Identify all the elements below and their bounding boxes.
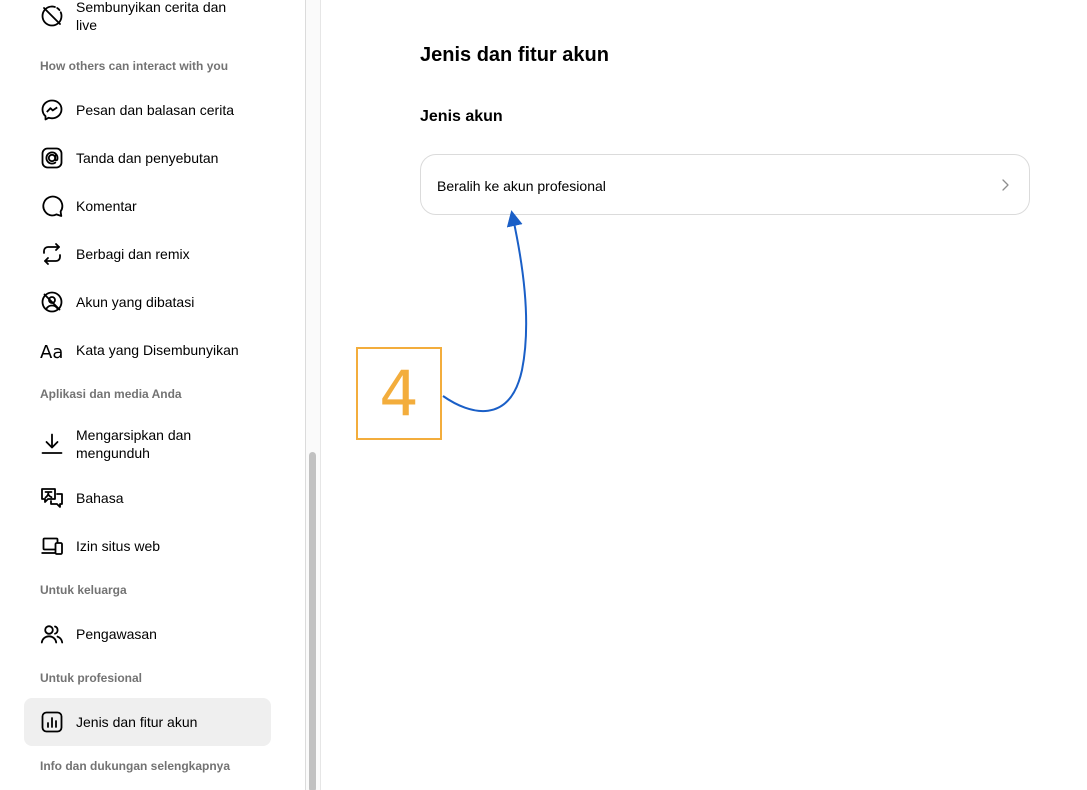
download-icon (40, 432, 64, 456)
sidebar-item-label: Jenis dan fitur akun (76, 714, 198, 730)
sidebar-item-label: Berbagi dan remix (76, 246, 190, 262)
sidebar-item-comments[interactable]: Komentar (24, 182, 271, 230)
sidebar-item-label: Tanda dan penyebutan (76, 150, 219, 166)
sidebar-item-label: Kata yang Disembunyikan (76, 342, 239, 358)
sidebar-item-tags[interactable]: Tanda dan penyebutan (24, 134, 271, 182)
sidebar-item-label: Pesan dan balasan cerita (76, 102, 234, 118)
step-annotation-box: 4 (356, 347, 442, 440)
at-sign-icon (40, 146, 64, 170)
sidebar-item-account-type[interactable]: Jenis dan fitur akun (24, 698, 271, 746)
sidebar-item-label: Akun yang dibatasi (76, 294, 195, 310)
svg-text:Aa: Aa (40, 342, 63, 362)
sidebar-item-label: Bahasa (76, 490, 124, 506)
page-title: Jenis dan fitur akun (420, 44, 609, 66)
section-family: Untuk keluarga (40, 583, 127, 597)
restricted-account-icon (40, 290, 64, 314)
sidebar-item-share-remix[interactable]: Berbagi dan remix (24, 230, 271, 278)
settings-sidebar: Sembunyikan cerita dan live How others c… (0, 0, 306, 790)
sidebar-item-restricted[interactable]: Akun yang dibatasi (24, 278, 271, 326)
scrollbar-thumb[interactable] (309, 452, 316, 790)
switch-to-professional-button[interactable]: Beralih ke akun profesional (420, 154, 1030, 215)
section-title: Jenis akun (420, 108, 503, 125)
hide-story-icon (40, 4, 64, 28)
sidebar-item-hidden-words[interactable]: Aa Kata yang Disembunyikan (24, 326, 271, 374)
chevron-right-icon (997, 177, 1013, 193)
sidebar-item-label: Izin situs web (76, 538, 161, 554)
sidebar-item-archive-download[interactable]: Mengarsipkan dan mengunduh (24, 420, 271, 468)
sidebar-item-website-permissions[interactable]: Izin situs web (24, 522, 271, 570)
section-interact: How others can interact with you (40, 59, 229, 73)
section-professional: Untuk profesional (40, 671, 143, 685)
supervision-icon (40, 622, 64, 646)
sidebar-item-supervision[interactable]: Pengawasan (24, 610, 271, 658)
sidebar-item-label: Mengarsipkan dan mengunduh (76, 427, 192, 461)
devices-icon (40, 534, 64, 558)
sidebar-item-label: Pengawasan (76, 626, 157, 642)
sidebar-item-hide-story[interactable]: Sembunyikan cerita dan live (24, 0, 271, 34)
switch-to-professional-label: Beralih ke akun profesional (437, 178, 606, 194)
sidebar-item-label: Komentar (76, 198, 137, 214)
share-remix-icon (40, 242, 64, 266)
sidebar-item-messages[interactable]: Pesan dan balasan cerita (24, 86, 271, 134)
messenger-icon (40, 98, 64, 122)
comment-icon (40, 194, 64, 218)
step-number: 4 (379, 356, 419, 430)
language-icon (40, 486, 64, 510)
hidden-words-icon: Aa (40, 338, 64, 362)
section-apps: Aplikasi dan media Anda (40, 387, 182, 401)
sidebar-scrollbar[interactable] (306, 0, 321, 790)
section-more-info: Info dan dukungan selengkapnya (40, 759, 231, 773)
sidebar-item-label: Sembunyikan cerita dan live (76, 0, 227, 33)
sidebar-item-language[interactable]: Bahasa (24, 474, 271, 522)
account-type-icon (40, 710, 64, 734)
